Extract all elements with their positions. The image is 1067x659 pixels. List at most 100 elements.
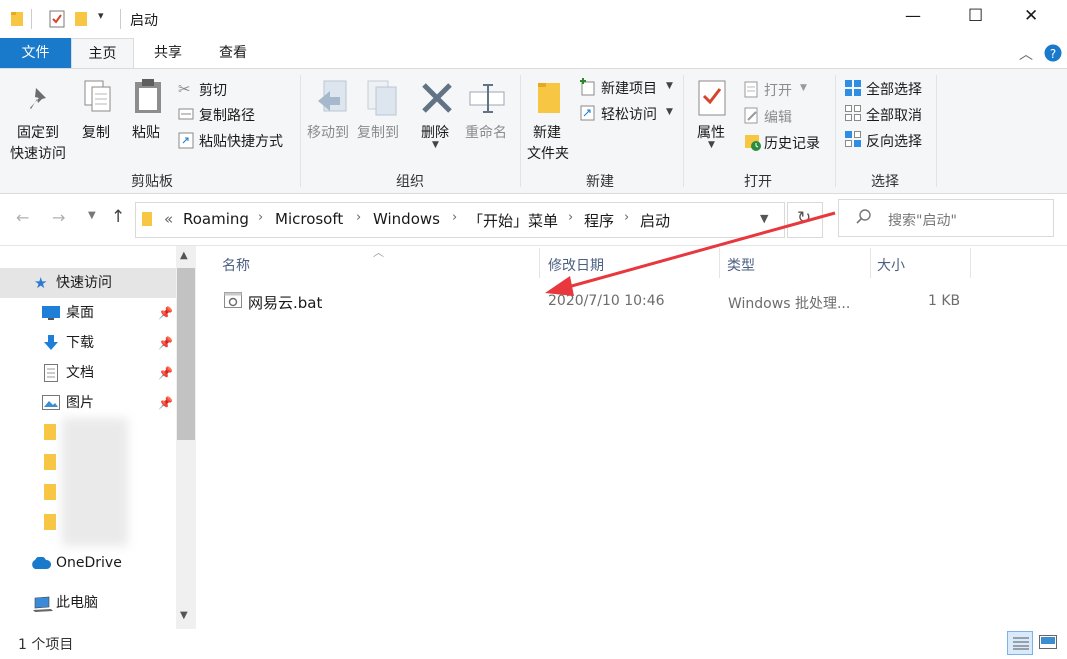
group-divider (683, 75, 684, 187)
tab-view[interactable]: 查看 (203, 38, 263, 68)
easy-access-chevron-down-icon[interactable]: ▼ (666, 107, 673, 117)
pin-to-quick-access-button-line1[interactable]: 固定到 (17, 122, 59, 142)
breadcrumb-start-menu[interactable]: 「开始」菜单 (468, 210, 558, 231)
column-divider[interactable] (539, 248, 540, 278)
address-history-chevron-down-icon[interactable]: ▼ (760, 212, 768, 225)
paste-shortcut-button[interactable]: 粘贴快捷方式 (199, 131, 283, 151)
breadcrumb-chevron-icon[interactable]: › (258, 210, 263, 225)
refresh-icon[interactable]: ↻ (797, 208, 811, 228)
properties-button[interactable]: 属性 (697, 122, 725, 142)
up-arrow-icon[interactable]: ↑ (111, 207, 125, 227)
table-row[interactable]: 网易云.bat 2020/7/10 10:46 Windows 批处理... 1… (210, 286, 970, 316)
svg-text:?: ? (1050, 47, 1056, 61)
breadcrumb-windows[interactable]: Windows (373, 210, 440, 228)
breadcrumb-startup[interactable]: 启动 (640, 210, 670, 231)
breadcrumb-chevron-icon[interactable]: › (452, 210, 457, 225)
nav-item-onedrive[interactable]: OneDrive (0, 548, 176, 578)
delete-chevron-down-icon[interactable]: ▼ (432, 140, 439, 150)
column-divider[interactable] (719, 248, 720, 278)
nav-item-pictures[interactable]: 图片 📌 (0, 388, 176, 418)
scissors-icon: ✂ (178, 80, 191, 98)
properties-icon[interactable] (48, 9, 66, 29)
nav-item-downloads[interactable]: 下载 📌 (0, 328, 176, 358)
back-arrow-icon[interactable]: ← (16, 208, 29, 227)
move-to-button[interactable]: 移动到 (307, 122, 349, 142)
easy-access-button[interactable]: 轻松访问 (601, 104, 657, 124)
search-input[interactable]: 搜索"启动" (888, 210, 957, 230)
edit-icon (744, 107, 760, 125)
copy-to-button[interactable]: 复制到 (357, 122, 399, 142)
pin-icon[interactable]: 📌 (158, 298, 173, 328)
pin-icon[interactable]: 📌 (158, 328, 173, 358)
folder-icon (44, 514, 56, 530)
details-view-button[interactable] (1007, 631, 1033, 655)
minimize-button[interactable]: — (905, 6, 921, 25)
copy-icon (83, 79, 113, 115)
maximize-button[interactable]: ☐ (968, 6, 983, 26)
new-folder-icon[interactable] (74, 10, 88, 27)
group-divider (835, 75, 836, 187)
delete-button[interactable]: 删除 (421, 122, 449, 142)
breadcrumb-chevron-icon[interactable]: › (624, 210, 629, 225)
breadcrumb-chevron-icon[interactable]: › (568, 210, 573, 225)
column-header-type[interactable]: 类型 (727, 255, 755, 275)
column-header-modified[interactable]: 修改日期 (548, 255, 604, 275)
help-icon[interactable]: ? (1044, 44, 1062, 62)
open-button[interactable]: 打开 (764, 80, 792, 100)
properties-chevron-down-icon[interactable]: ▼ (708, 140, 715, 150)
window-title: 启动 (130, 13, 158, 29)
breadcrumb-overflow[interactable]: « (164, 210, 173, 228)
tab-file[interactable]: 文件 (0, 38, 71, 68)
select-none-button[interactable]: 全部取消 (866, 105, 922, 125)
close-button[interactable]: ✕ (1024, 6, 1038, 26)
title-bar: ▾ 启动 — ☐ ✕ (0, 0, 1067, 38)
pin-to-quick-access-button-line2[interactable]: 快速访问 (10, 143, 66, 163)
edit-button[interactable]: 编辑 (764, 107, 792, 127)
history-button[interactable]: 历史记录 (764, 133, 820, 153)
new-folder-button-line1[interactable]: 新建 (533, 122, 561, 142)
redacted-area (62, 418, 128, 546)
column-divider[interactable] (970, 248, 971, 278)
easy-access-icon (579, 104, 597, 122)
scroll-down-chevron-icon[interactable]: ▼ (180, 610, 188, 621)
clipboard-group-label: 剪贴板 (131, 174, 173, 190)
breadcrumb-programs[interactable]: 程序 (584, 210, 614, 231)
breadcrumb-microsoft[interactable]: Microsoft (275, 210, 343, 228)
new-folder-button-line2[interactable]: 文件夹 (527, 143, 569, 163)
pin-icon[interactable]: 📌 (158, 388, 173, 418)
cut-button[interactable]: 剪切 (199, 80, 227, 100)
open-chevron-down-icon[interactable]: ▼ (800, 83, 807, 93)
new-item-button[interactable]: 新建项目 (601, 78, 657, 98)
invert-selection-button[interactable]: 反向选择 (866, 131, 922, 151)
scrollbar-thumb[interactable] (177, 268, 195, 440)
customize-toolbar-chevron-icon[interactable]: ▾ (98, 9, 104, 22)
breadcrumb-roaming[interactable]: Roaming (183, 210, 249, 228)
breadcrumb-chevron-icon[interactable]: › (356, 210, 361, 225)
large-icons-view-icon[interactable] (1039, 635, 1057, 649)
column-header-name[interactable]: 名称 (222, 255, 250, 275)
recent-locations-chevron-down-icon[interactable]: ▼ (88, 210, 96, 221)
copy-path-button[interactable]: 复制路径 (199, 105, 255, 125)
tab-share[interactable]: 共享 (138, 38, 198, 68)
paste-icon (133, 77, 163, 115)
scroll-up-chevron-icon[interactable]: ▲ (180, 250, 188, 261)
collapse-ribbon-chevron-up-icon[interactable]: ︿ (1019, 44, 1033, 64)
column-divider[interactable] (870, 248, 871, 278)
select-all-button[interactable]: 全部选择 (866, 79, 922, 99)
copy-button[interactable]: 复制 (82, 122, 110, 142)
move-to-icon (316, 79, 350, 117)
download-arrow-icon (42, 334, 60, 352)
desktop-icon (42, 306, 60, 320)
paste-shortcut-icon (178, 131, 194, 149)
nav-item-documents[interactable]: 文档 📌 (0, 358, 176, 388)
nav-item-quick-access[interactable]: ★ 快速访问 (0, 268, 176, 298)
nav-item-this-pc[interactable]: 此电脑 (0, 588, 176, 618)
new-item-chevron-down-icon[interactable]: ▼ (666, 81, 673, 91)
column-header-size[interactable]: 大小 (877, 255, 905, 275)
rename-button[interactable]: 重命名 (465, 122, 507, 142)
forward-arrow-icon[interactable]: → (52, 208, 65, 227)
tab-home[interactable]: 主页 (71, 38, 134, 69)
pin-icon[interactable]: 📌 (158, 358, 173, 388)
nav-item-desktop[interactable]: 桌面 📌 (0, 298, 176, 328)
paste-button[interactable]: 粘贴 (132, 122, 160, 142)
